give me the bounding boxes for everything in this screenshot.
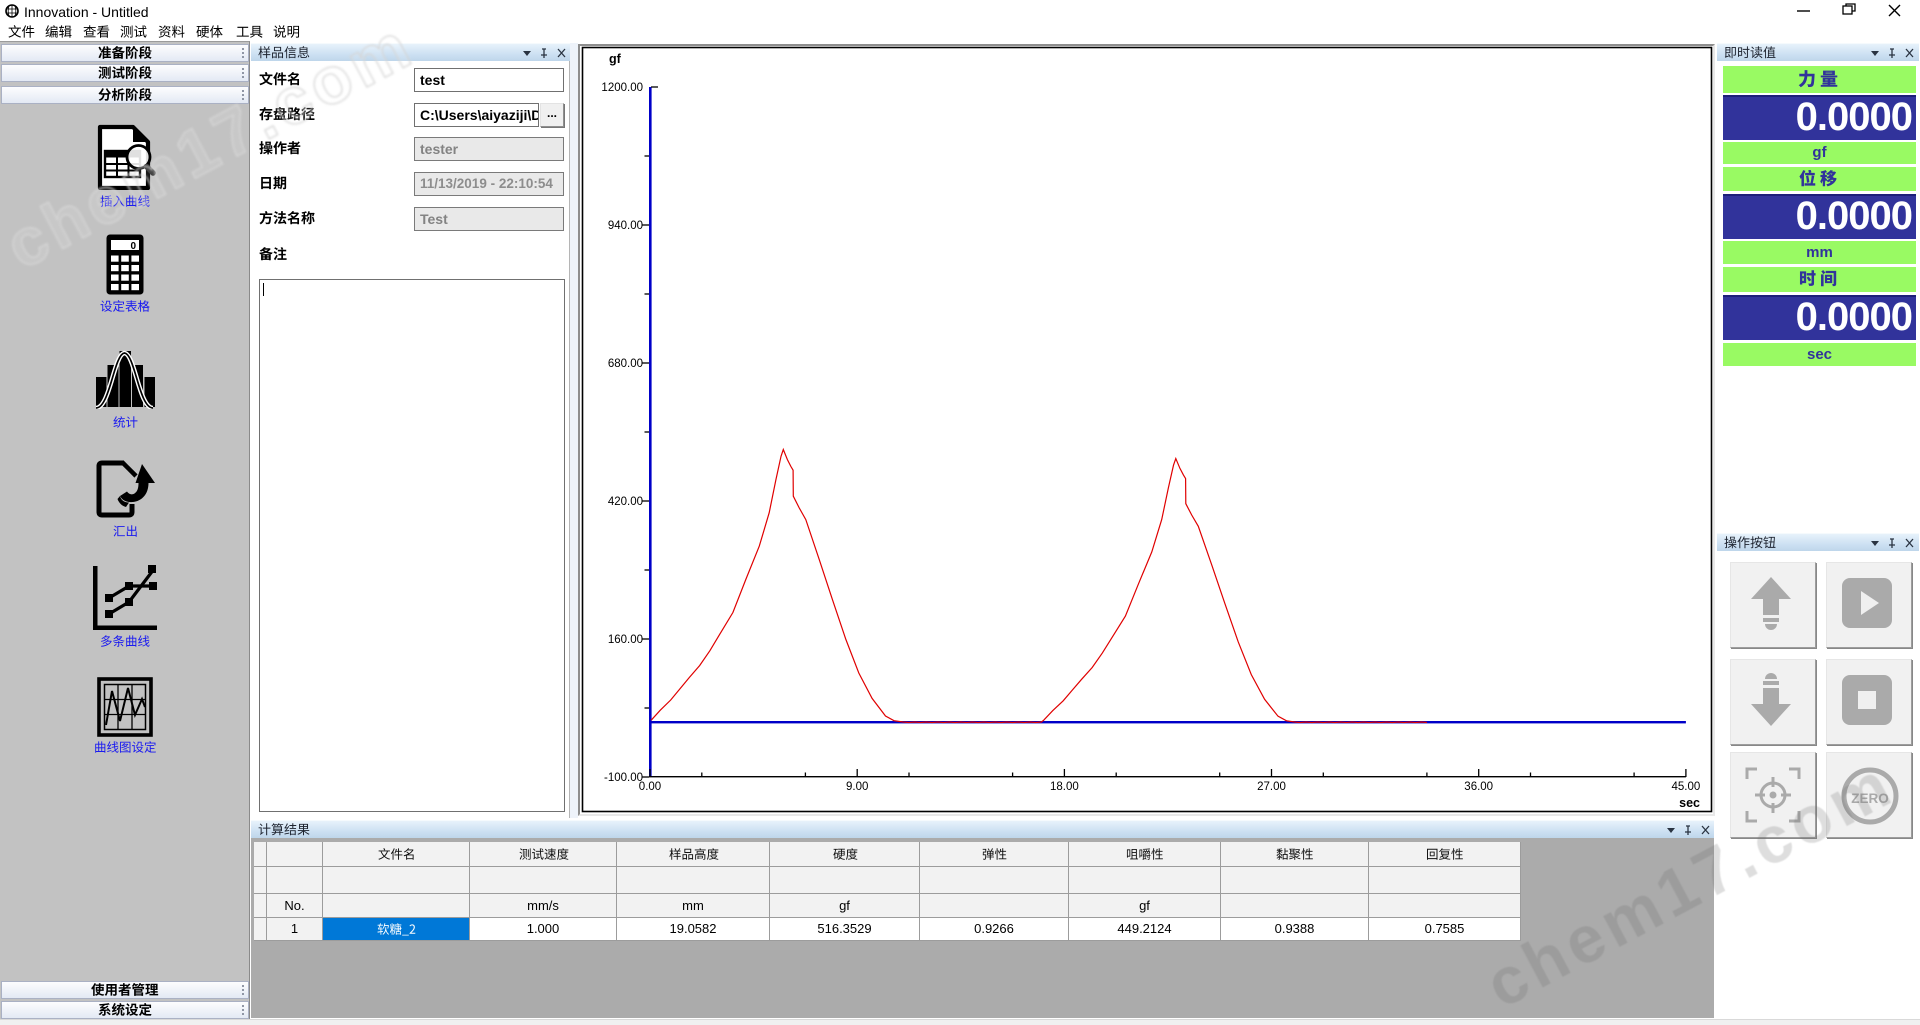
- svg-text:1200.00: 1200.00: [601, 82, 643, 94]
- svg-text:27.00: 27.00: [1257, 781, 1286, 793]
- svg-text:18.00: 18.00: [1050, 781, 1079, 793]
- svg-text:45.00: 45.00: [1672, 781, 1701, 793]
- svg-text:680.00: 680.00: [608, 358, 643, 370]
- svg-text:sec: sec: [1679, 796, 1700, 810]
- svg-text:0: 0: [130, 241, 136, 252]
- svg-text:-100.00: -100.00: [604, 772, 643, 784]
- svg-text:36.00: 36.00: [1464, 781, 1493, 793]
- svg-text:0.00: 0.00: [639, 781, 661, 793]
- svg-text:160.00: 160.00: [608, 634, 643, 646]
- svg-text:940.00: 940.00: [608, 220, 643, 232]
- svg-text:420.00: 420.00: [608, 496, 643, 508]
- svg-text:9.00: 9.00: [846, 781, 868, 793]
- svg-text:gf: gf: [609, 52, 622, 66]
